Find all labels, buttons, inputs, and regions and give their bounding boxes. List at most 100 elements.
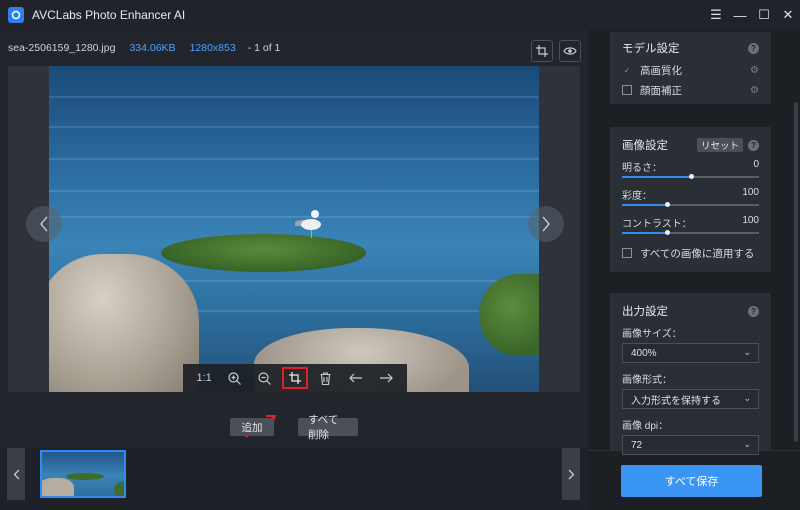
image-size-label: 画像サイズ： [622, 329, 682, 340]
file-resolution: 1280x853 [189, 42, 236, 54]
image-format-value: 入力形式を保持する [631, 395, 721, 407]
trash-icon [320, 371, 331, 385]
help-icon[interactable]: ? [748, 42, 759, 54]
help-icon[interactable]: ? [748, 305, 759, 317]
saturation-label: 彩度： [622, 191, 652, 202]
image-size-select[interactable]: 400% ⌄ [622, 343, 759, 363]
file-name: sea-2506159_1280.jpg [8, 42, 116, 54]
saturation-slider[interactable] [622, 202, 759, 207]
contrast-value: 100 [742, 215, 759, 226]
saturation-slider-handle[interactable] [665, 202, 671, 207]
previous-button[interactable] [343, 367, 369, 389]
file-count: - 1 of 1 [247, 42, 281, 54]
close-button[interactable]: ✕ [776, 0, 800, 30]
brightness-value: 0 [753, 159, 759, 170]
app-title: AVCLabs Photo Enhancer AI [32, 8, 186, 22]
chevron-left-icon [40, 216, 48, 232]
apply-all-option[interactable]: すべての画像に適用する [622, 243, 759, 263]
file-size: 334.06KB [129, 42, 176, 54]
next-button[interactable] [373, 367, 399, 389]
save-area: すべて保存 [588, 450, 800, 510]
settings-scrollbar[interactable] [794, 102, 798, 442]
image-toolbar: 1:1 [183, 364, 407, 392]
brightness-slider-handle[interactable] [688, 174, 694, 179]
menu-icon[interactable]: ☰ [704, 0, 728, 30]
option-high-quality[interactable]: ✓ 高画質化 ⚙ [622, 60, 759, 80]
brightness-label: 明るさ： [622, 163, 662, 174]
action-buttons: 追加 すべて削除 [0, 414, 588, 441]
image-format-label: 画像形式： [622, 375, 672, 386]
crop-icon [536, 45, 548, 57]
image-size-value: 400% [631, 347, 657, 359]
minimize-button[interactable]: — [728, 0, 752, 30]
contrast-label: コントラスト： [622, 219, 692, 230]
checkbox-face-correction[interactable] [622, 85, 632, 95]
zoom-out-button[interactable] [252, 367, 278, 389]
saturation-slider-row: 彩度： 100 [622, 185, 759, 213]
output-settings-title: 出力設定 [622, 306, 668, 318]
image-settings-card: 画像設定 リセット ? 明るさ： 0 彩度： 100 コントラスト： 100 す… [610, 127, 771, 272]
mossy-rock-right [479, 274, 539, 356]
help-icon[interactable]: ? [748, 139, 759, 151]
arrow-left-icon [348, 373, 362, 383]
brightness-slider-row: 明るさ： 0 [622, 157, 759, 185]
image-viewer: 1:1 [8, 66, 580, 392]
title-bar: AVCLabs Photo Enhancer AI ☰ — ☐ ✕ [0, 0, 800, 30]
contrast-slider[interactable] [622, 230, 759, 235]
eye-icon [563, 47, 577, 55]
arrow-right-icon [379, 373, 393, 383]
apply-all-checkbox[interactable] [622, 248, 632, 258]
zoom-in-icon [228, 371, 241, 385]
mossy-rock [161, 234, 366, 272]
chevron-down-icon: ⌄ [743, 347, 751, 357]
checkbox-high-quality[interactable]: ✓ [622, 65, 632, 75]
chevron-right-icon [542, 216, 550, 232]
crop-icon [288, 372, 301, 384]
output-settings-card: 出力設定 ? 画像サイズ： 400% ⌄ 画像形式： 入力形式を保持する ⌄ 画… [610, 293, 771, 455]
seagull [301, 219, 321, 230]
zoom-in-button[interactable] [221, 367, 247, 389]
gear-icon[interactable]: ⚙ [750, 85, 759, 96]
rock-left [49, 254, 199, 392]
thumbnail-strip [0, 448, 588, 510]
chevron-right-icon [568, 469, 574, 479]
image-dpi-value: 72 [631, 439, 643, 451]
main-area: sea-2506159_1280.jpg 334.06KB 1280x853 -… [0, 30, 588, 510]
delete-button[interactable] [312, 367, 338, 389]
settings-panel: モデル設定 ? ✓ 高画質化 ⚙ 顔面補正 ⚙ 画像設定 リセット ? 明るさ：… [588, 30, 800, 510]
thumbnail-next-button[interactable] [562, 448, 580, 500]
option-label: 高画質化 [640, 64, 682, 77]
model-settings-card: モデル設定 ? ✓ 高画質化 ⚙ 顔面補正 ⚙ [610, 32, 771, 104]
zoom-out-icon [258, 371, 272, 385]
file-info-bar: sea-2506159_1280.jpg 334.06KB 1280x853 -… [0, 30, 588, 66]
prev-image-button[interactable] [26, 206, 62, 242]
option-face-correction[interactable]: 顔面補正 ⚙ [622, 80, 759, 100]
crop-view-button[interactable] [531, 40, 553, 62]
crop-button[interactable] [281, 367, 308, 389]
option-label: 顔面補正 [640, 84, 682, 97]
next-image-button[interactable] [528, 206, 564, 242]
chevron-left-icon [13, 469, 19, 479]
image-format-select[interactable]: 入力形式を保持する ⌄ [622, 389, 759, 409]
delete-all-button[interactable]: すべて削除 [298, 414, 358, 441]
chevron-down-icon: ⌄ [743, 393, 751, 403]
brightness-slider[interactable] [622, 174, 759, 179]
reset-button[interactable]: リセット [696, 138, 743, 152]
photo-preview [49, 66, 539, 392]
app-logo-icon [8, 7, 24, 23]
thumbnail-prev-button[interactable] [7, 448, 25, 500]
image-dpi-label: 画像 dpi： [622, 421, 669, 432]
contrast-slider-row: コントラスト： 100 [622, 213, 759, 241]
chevron-down-icon: ⌄ [743, 439, 751, 449]
preview-button[interactable] [559, 40, 581, 62]
ratio-1to1-button[interactable]: 1:1 [191, 367, 217, 389]
save-all-button[interactable]: すべて保存 [621, 465, 762, 497]
maximize-button[interactable]: ☐ [752, 0, 776, 30]
model-settings-title: モデル設定 [622, 43, 680, 55]
contrast-slider-handle[interactable] [665, 230, 671, 235]
thumbnail-item[interactable] [40, 450, 126, 498]
gear-icon[interactable]: ⚙ [750, 65, 759, 76]
image-settings-title: 画像設定 [622, 140, 668, 152]
saturation-value: 100 [742, 187, 759, 198]
add-button[interactable]: 追加 [230, 418, 274, 436]
